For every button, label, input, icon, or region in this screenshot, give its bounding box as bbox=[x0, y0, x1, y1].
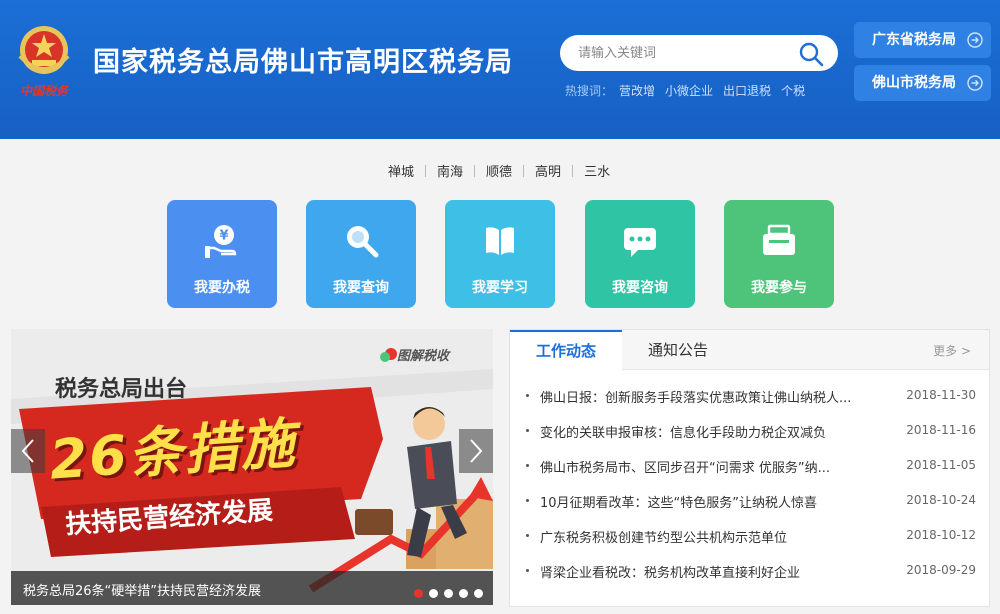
news-date: 2018-11-16 bbox=[906, 423, 976, 437]
more-link[interactable]: 更多 > bbox=[933, 342, 971, 359]
carousel-pagination bbox=[408, 583, 483, 602]
hot-word-link[interactable]: 小微企业 bbox=[665, 84, 713, 98]
tax-coin-hand-icon: ¥ bbox=[205, 225, 237, 258]
news-date: 2018-11-05 bbox=[906, 458, 976, 472]
tab-notices[interactable]: 通知公告 bbox=[622, 330, 734, 370]
hot-words-label: 热搜词： bbox=[565, 84, 614, 98]
news-date: 2018-11-30 bbox=[906, 388, 976, 402]
hot-words: 热搜词： 营改增 小微企业 出口退税 个税 bbox=[565, 82, 815, 99]
carousel-caption[interactable]: 税务总局26条“硬举措”扶持民营经济发展 bbox=[23, 580, 261, 599]
news-list: 佛山日报：创新服务手段落实优惠政策让佛山纳税人... 2018-11-30 变化… bbox=[524, 387, 976, 597]
divider bbox=[572, 165, 574, 177]
divider bbox=[474, 165, 476, 177]
district-link-gaoming[interactable]: 高明 bbox=[535, 161, 561, 180]
service-tile-tax-handling[interactable]: ¥ 我要办税 bbox=[167, 200, 277, 308]
arrow-circle-right-icon bbox=[967, 32, 983, 48]
bullet-dot bbox=[526, 569, 529, 572]
service-tile-query[interactable]: 我要查询 bbox=[306, 200, 416, 308]
news-title[interactable]: 变化的关联申报审核：信息化手段助力税企双减负 bbox=[540, 422, 892, 441]
carousel-prev-button[interactable] bbox=[11, 429, 45, 473]
news-title[interactable]: 佛山市税务局市、区同步召开“问需求 优服务”纳... bbox=[540, 457, 892, 476]
carousel-brand: 图解税收 bbox=[397, 349, 450, 364]
carousel-dot[interactable] bbox=[414, 589, 423, 598]
hot-word-link[interactable]: 出口退税 bbox=[723, 84, 771, 98]
carousel-dot[interactable] bbox=[444, 589, 453, 598]
news-date: 2018-10-24 bbox=[906, 493, 976, 507]
news-date: 2018-10-12 bbox=[906, 528, 976, 542]
search-button[interactable] bbox=[798, 41, 824, 67]
news-title[interactable]: 10月征期看改革：这些“特色服务”让纳税人惊喜 bbox=[540, 492, 892, 511]
news-panel: 工作动态 通知公告 更多 > 佛山日报：创新服务手段落实优惠政策让佛山纳税人..… bbox=[509, 329, 990, 607]
arrow-circle-right-icon bbox=[967, 75, 983, 91]
bullet-dot bbox=[526, 499, 529, 502]
guangdong-bureau-label: 广东省税务局 bbox=[872, 32, 956, 48]
service-label: 我要办税 bbox=[194, 280, 250, 296]
carousel-dot[interactable] bbox=[459, 589, 468, 598]
search-icon bbox=[799, 42, 824, 67]
news-title[interactable]: 肾梁企业看税改：税务机构改革直接利好企业 bbox=[540, 562, 892, 581]
svg-text:¥: ¥ bbox=[219, 229, 228, 244]
tab-work-news[interactable]: 工作动态 bbox=[510, 330, 622, 371]
district-link-chancheng[interactable]: 禅城 bbox=[388, 161, 414, 180]
divider bbox=[523, 165, 525, 177]
emblem-caption: 中国税务 bbox=[19, 84, 68, 98]
carousel-caption-bar: 税务总局26条“硬举措”扶持民营经济发展 bbox=[11, 571, 493, 605]
district-link-sanshui[interactable]: 三水 bbox=[584, 161, 610, 180]
news-carousel[interactable]: 图解税收 税务总局出台 26条措施 扶持民营经济发展 税务总局26条“硬举措”扶… bbox=[11, 329, 493, 605]
list-item[interactable]: 广东税务积极创建节约型公共机构示范单位 2018-10-12 bbox=[524, 527, 976, 562]
hot-word-link[interactable]: 个税 bbox=[781, 84, 805, 98]
bullet-dot bbox=[526, 394, 529, 397]
carousel-dot[interactable] bbox=[474, 589, 483, 598]
news-title[interactable]: 广东税务积极创建节约型公共机构示范单位 bbox=[540, 527, 892, 546]
bullet-dot bbox=[526, 464, 529, 467]
magnifier-icon bbox=[347, 226, 379, 258]
hot-word-link[interactable]: 营改增 bbox=[619, 84, 655, 98]
book-icon bbox=[486, 227, 514, 255]
news-title[interactable]: 佛山日报：创新服务手段落实优惠政策让佛山纳税人... bbox=[540, 387, 892, 406]
search-input[interactable] bbox=[578, 43, 788, 63]
guangdong-bureau-link[interactable]: 广东省税务局 bbox=[854, 22, 991, 58]
list-item[interactable]: 10月征期看改革：这些“特色服务”让纳税人惊喜 2018-10-24 bbox=[524, 492, 976, 527]
list-item[interactable]: 变化的关联申报审核：信息化手段助力税企双减负 2018-11-16 bbox=[524, 422, 976, 457]
ballot-box-icon bbox=[763, 224, 795, 255]
carousel-dot[interactable] bbox=[429, 589, 438, 598]
site-title: 国家税务总局佛山市高明区税务局 bbox=[93, 47, 513, 78]
foshan-bureau-label: 佛山市税务局 bbox=[872, 75, 956, 91]
list-item[interactable]: 肾梁企业看税改：税务机构改革直接利好企业 2018-09-29 bbox=[524, 562, 976, 597]
chat-bubble-icon bbox=[624, 228, 656, 257]
service-label: 我要查询 bbox=[333, 280, 389, 296]
service-tile-consult[interactable]: 我要咨询 bbox=[585, 200, 695, 308]
news-tabs: 工作动态 通知公告 更多 > bbox=[510, 330, 989, 371]
service-label: 我要咨询 bbox=[612, 280, 668, 296]
chevron-left-icon bbox=[21, 439, 34, 463]
bullet-dot bbox=[526, 534, 529, 537]
service-label: 我要学习 bbox=[472, 280, 528, 296]
service-tile-participate[interactable]: 我要参与 bbox=[724, 200, 834, 308]
service-tile-learning[interactable]: 我要学习 bbox=[445, 200, 555, 308]
foshan-bureau-link[interactable]: 佛山市税务局 bbox=[854, 65, 991, 101]
service-label: 我要参与 bbox=[751, 280, 807, 296]
chevron-right-icon bbox=[470, 439, 483, 463]
divider bbox=[425, 165, 427, 177]
district-nav: 禅城 南海 顺德 高明 三水 bbox=[388, 161, 610, 180]
district-link-shunde[interactable]: 顺德 bbox=[486, 161, 512, 180]
bullet-dot bbox=[526, 429, 529, 432]
carousel-next-button[interactable] bbox=[459, 429, 493, 473]
carousel-heading: 税务总局出台 bbox=[55, 377, 188, 402]
site-header: 中国税务 国家税务总局佛山市高明区税务局 热搜词： 营改增小微企业出口退税个税 广… bbox=[0, 0, 1000, 139]
list-item[interactable]: 佛山日报：创新服务手段落实优惠政策让佛山纳税人... 2018-11-30 bbox=[524, 387, 976, 422]
tax-emblem-logo[interactable]: 中国税务 bbox=[12, 16, 76, 102]
news-date: 2018-09-29 bbox=[906, 563, 976, 577]
search-box bbox=[560, 35, 838, 71]
list-item[interactable]: 佛山市税务局市、区同步召开“问需求 优服务”纳... 2018-11-05 bbox=[524, 457, 976, 492]
district-link-nanhai[interactable]: 南海 bbox=[437, 161, 463, 180]
